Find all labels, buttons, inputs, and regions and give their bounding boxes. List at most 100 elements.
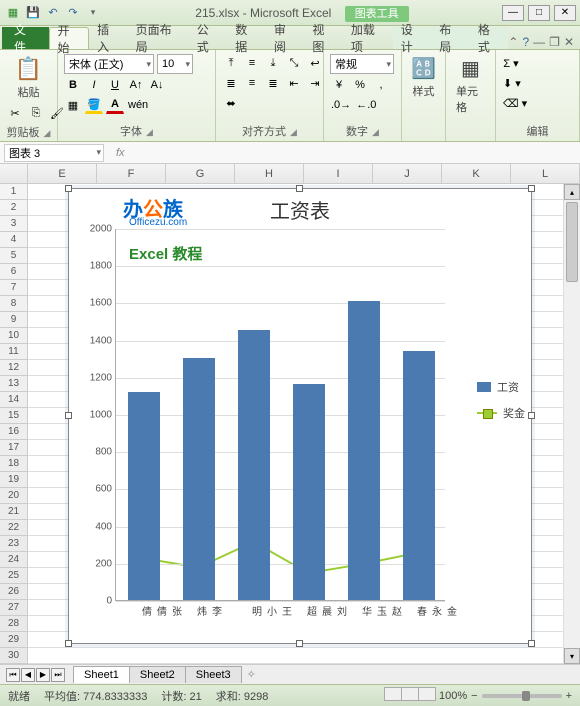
- styles-button[interactable]: 🔠 样式: [408, 54, 439, 101]
- comma-icon[interactable]: ,: [372, 76, 390, 94]
- cells-button[interactable]: ▦ 单元格: [452, 54, 489, 117]
- redo-icon[interactable]: ↷: [64, 4, 82, 22]
- align-bottom-icon[interactable]: ⤓: [264, 54, 282, 72]
- increase-decimal-icon[interactable]: .0→: [330, 96, 352, 114]
- sheet-last-icon[interactable]: ⏭: [51, 668, 65, 682]
- sheet-first-icon[interactable]: ⏮: [6, 668, 20, 682]
- minimize-button[interactable]: —: [502, 5, 524, 21]
- vertical-scrollbar[interactable]: ▴ ▾: [563, 184, 580, 664]
- percent-icon[interactable]: %: [351, 76, 369, 94]
- autosum-icon[interactable]: Σ ▾: [502, 54, 520, 72]
- resize-handle[interactable]: [528, 640, 535, 647]
- row-header[interactable]: 17: [0, 440, 28, 456]
- chart-object[interactable]: 办公族 Officezu.com 工资表 Excel 教程 0200400600…: [68, 188, 532, 644]
- tab-layout[interactable]: 布局: [431, 27, 470, 49]
- phonetic-icon[interactable]: wén: [127, 96, 149, 114]
- undo-icon[interactable]: ↶: [44, 4, 62, 22]
- decrease-decimal-icon[interactable]: ←.0: [355, 96, 377, 114]
- file-tab[interactable]: 文件: [2, 27, 49, 49]
- paste-button[interactable]: 📋 粘贴: [6, 54, 51, 102]
- copy-icon[interactable]: ⎘: [27, 104, 45, 122]
- tab-format[interactable]: 格式: [470, 27, 509, 49]
- row-header[interactable]: 20: [0, 488, 28, 504]
- align-center-icon[interactable]: ≡: [243, 74, 261, 92]
- row-header[interactable]: 6: [0, 264, 28, 280]
- orientation-icon[interactable]: ⤡: [285, 54, 303, 72]
- increase-indent-icon[interactable]: ⇥: [306, 74, 324, 92]
- select-all-corner[interactable]: [0, 164, 28, 183]
- fill-icon[interactable]: ⬇ ▾: [502, 74, 522, 92]
- align-dialog-icon[interactable]: ◢: [290, 127, 297, 137]
- number-format-combo[interactable]: 常规: [330, 54, 394, 74]
- row-header[interactable]: 15: [0, 408, 28, 424]
- doc-restore-icon[interactable]: ❐: [549, 35, 560, 49]
- col-header[interactable]: G: [166, 164, 235, 183]
- col-header[interactable]: L: [511, 164, 580, 183]
- row-header[interactable]: 28: [0, 616, 28, 632]
- tab-design[interactable]: 设计: [393, 27, 432, 49]
- zoom-slider[interactable]: [482, 694, 562, 698]
- decrease-indent-icon[interactable]: ⇤: [285, 74, 303, 92]
- fx-icon[interactable]: fx: [116, 147, 125, 159]
- font-name-combo[interactable]: 宋体 (正文): [64, 54, 154, 74]
- sheet-tab[interactable]: Sheet3: [185, 666, 242, 683]
- tab-formulas[interactable]: 公式: [189, 27, 228, 49]
- align-left-icon[interactable]: ≣: [222, 74, 240, 92]
- row-header[interactable]: 25: [0, 568, 28, 584]
- resize-handle[interactable]: [528, 412, 535, 419]
- name-box[interactable]: 图表 3: [4, 144, 104, 162]
- row-header[interactable]: 14: [0, 392, 28, 408]
- qat-customize-icon[interactable]: ▾: [84, 4, 102, 22]
- scrollbar-thumb[interactable]: [566, 202, 578, 282]
- resize-handle[interactable]: [296, 185, 303, 192]
- row-header[interactable]: 11: [0, 344, 28, 360]
- scroll-down-icon[interactable]: ▾: [564, 648, 580, 664]
- minimize-ribbon-icon[interactable]: ⌃: [508, 35, 518, 49]
- col-header[interactable]: I: [304, 164, 373, 183]
- tab-addins[interactable]: 加载项: [343, 27, 393, 49]
- italic-button[interactable]: I: [85, 76, 103, 94]
- row-header[interactable]: 26: [0, 584, 28, 600]
- excel-icon[interactable]: ▦: [4, 4, 22, 22]
- tab-home[interactable]: 开始: [49, 27, 90, 49]
- wrap-text-icon[interactable]: ↩: [306, 54, 324, 72]
- close-button[interactable]: ✕: [554, 5, 576, 21]
- doc-minimize-icon[interactable]: —: [533, 35, 545, 49]
- currency-icon[interactable]: ¥: [330, 76, 348, 94]
- font-size-combo[interactable]: 10: [157, 54, 193, 74]
- tab-insert[interactable]: 插入: [89, 27, 128, 49]
- col-header[interactable]: H: [235, 164, 304, 183]
- align-top-icon[interactable]: ⤒: [222, 54, 240, 72]
- row-header[interactable]: 18: [0, 456, 28, 472]
- row-header[interactable]: 4: [0, 232, 28, 248]
- clear-icon[interactable]: ⌫ ▾: [502, 94, 528, 112]
- tab-data[interactable]: 数据: [227, 27, 266, 49]
- row-header[interactable]: 29: [0, 632, 28, 648]
- save-icon[interactable]: 💾: [24, 4, 42, 22]
- zoom-level[interactable]: 100%: [439, 690, 467, 702]
- row-header[interactable]: 22: [0, 520, 28, 536]
- row-header[interactable]: 7: [0, 280, 28, 296]
- underline-button[interactable]: U: [106, 76, 124, 94]
- resize-handle[interactable]: [65, 185, 72, 192]
- tab-page-layout[interactable]: 页面布局: [128, 27, 189, 49]
- col-header[interactable]: K: [442, 164, 511, 183]
- row-header[interactable]: 16: [0, 424, 28, 440]
- row-header[interactable]: 13: [0, 376, 28, 392]
- border-icon[interactable]: ▦: [64, 96, 82, 114]
- row-header[interactable]: 1: [0, 184, 28, 200]
- row-header[interactable]: 8: [0, 296, 28, 312]
- new-sheet-icon[interactable]: ✧: [241, 666, 262, 683]
- col-header[interactable]: J: [373, 164, 442, 183]
- cells-area[interactable]: 办公族 Officezu.com 工资表 Excel 教程 0200400600…: [28, 184, 580, 664]
- resize-handle[interactable]: [65, 640, 72, 647]
- grow-font-icon[interactable]: A↑: [127, 76, 145, 94]
- align-middle-icon[interactable]: ≡: [243, 54, 261, 72]
- scroll-up-icon[interactable]: ▴: [564, 184, 580, 200]
- merge-center-icon[interactable]: ⬌: [222, 94, 240, 112]
- bold-button[interactable]: B: [64, 76, 82, 94]
- sheet-prev-icon[interactable]: ◀: [21, 668, 35, 682]
- row-header[interactable]: 24: [0, 552, 28, 568]
- sheet-next-icon[interactable]: ▶: [36, 668, 50, 682]
- sheet-tab[interactable]: Sheet1: [73, 666, 130, 683]
